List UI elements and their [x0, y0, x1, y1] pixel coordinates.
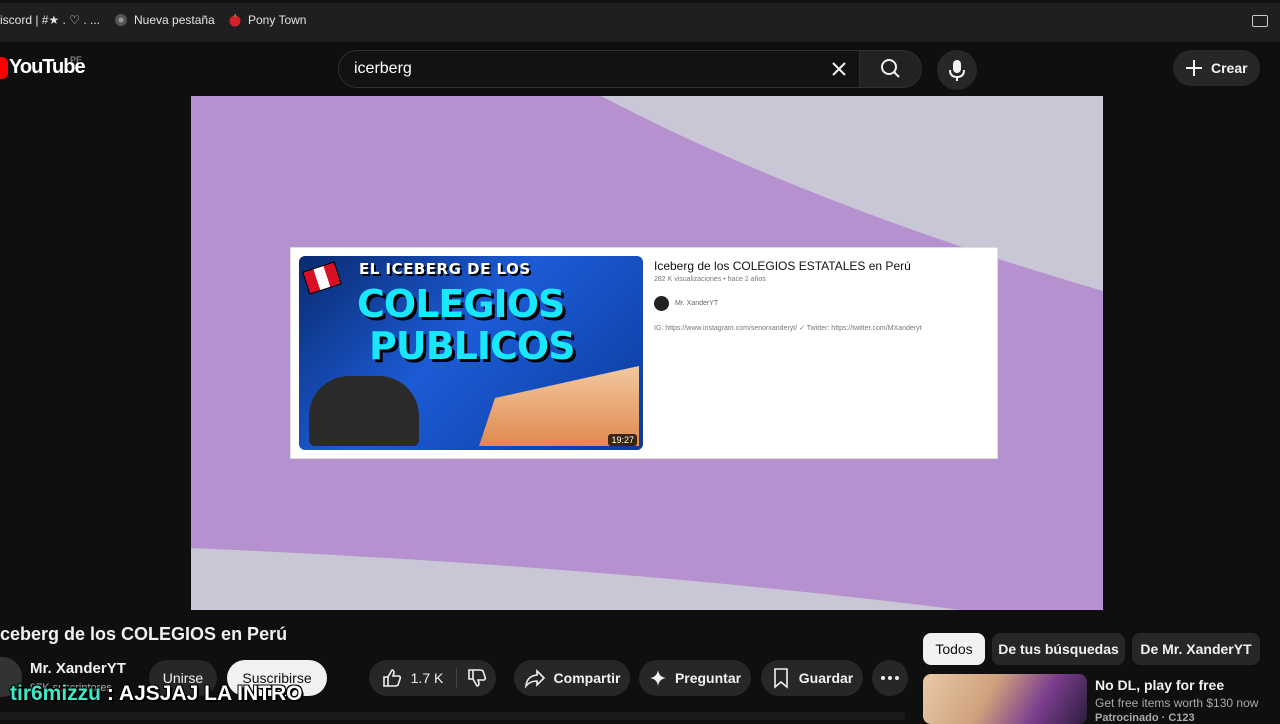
bookmark-pony-town[interactable]: Pony Town [228, 13, 306, 27]
thumbs-up-icon [382, 669, 401, 687]
masthead: YouTube PE icerberg Crear [0, 42, 1280, 96]
sponsored-title[interactable]: No DL, play for free [1095, 677, 1224, 693]
more-actions-button[interactable] [872, 660, 908, 696]
result-title[interactable]: Iceberg de los COLEGIOS ESTATALES en Per… [654, 259, 911, 273]
apple-icon [229, 14, 241, 27]
youtube-play-icon [0, 56, 8, 79]
share-icon [524, 669, 545, 689]
peru-flag-icon [302, 261, 342, 295]
sponsored-tag: Patrocinado · C123 [1095, 712, 1195, 724]
search-icon [881, 59, 900, 78]
more-horizontal-icon [881, 676, 899, 680]
bookmark-icon [773, 668, 788, 689]
chat-username: tir6mizzu [10, 682, 102, 705]
result-channel[interactable]: Mr. XanderYT [654, 296, 718, 311]
create-button[interactable]: Crear [1173, 50, 1260, 86]
share-button[interactable]: Compartir [514, 660, 630, 696]
bottom-strip [0, 712, 905, 720]
result-description: IG: https://www.instagram.com/senorxande… [654, 325, 922, 332]
chip-from-channel[interactable]: De Mr. XanderYT [1132, 633, 1260, 665]
like-button[interactable]: 1.7 K [369, 660, 455, 696]
sponsored-subtitle: Get free items worth $130 now [1095, 696, 1259, 710]
channel-name[interactable]: Mr. XanderYT [30, 660, 126, 677]
bookmark-new-tab[interactable]: Nueva pestaña [114, 13, 215, 27]
duration-badge: 19:27 [608, 434, 637, 446]
channel-avatar [654, 296, 669, 311]
plus-icon [1186, 60, 1202, 76]
bookmark-discord[interactable]: iscord | #★ . ♡ . ... [0, 13, 100, 27]
youtube-logo[interactable]: YouTube PE [0, 55, 86, 79]
bookmarks-bar: iscord | #★ . ♡ . ... Nueva pestaña Pony… [0, 0, 1280, 42]
video-player[interactable]: EL ICEBERG DE LOS COLEGIOS PUBLICOS 19:2… [191, 96, 1103, 610]
microphone-icon [949, 60, 965, 81]
dislike-button[interactable] [457, 660, 496, 696]
thumbs-down-icon [467, 669, 486, 687]
ask-button[interactable]: Preguntar [639, 660, 751, 696]
video-title: ceberg de los COLEGIOS en Perú [0, 624, 288, 644]
chat-message: : AJSJAJ LA INTRO [106, 682, 303, 705]
stream-chat-overlay: tir6mizzu : AJSJAJ LA INTRO [10, 682, 303, 706]
save-button[interactable]: Guardar [761, 660, 863, 696]
clear-search-icon[interactable] [825, 55, 853, 83]
folder-icon[interactable] [1252, 15, 1268, 27]
chip-all[interactable]: Todos [923, 633, 985, 665]
voice-search-button[interactable] [937, 50, 977, 90]
chrome-icon [115, 14, 127, 26]
sparkle-icon [649, 670, 666, 686]
result-meta: 282 K visualizaciones • hace 2 años [654, 276, 766, 283]
thumbnail-figure [309, 376, 419, 446]
video-thumbnail[interactable]: EL ICEBERG DE LOS COLEGIOS PUBLICOS 19:2… [299, 256, 643, 450]
search-input[interactable]: icerberg [338, 50, 860, 88]
search-result-card[interactable]: EL ICEBERG DE LOS COLEGIOS PUBLICOS 19:2… [291, 248, 997, 458]
sponsored-thumbnail[interactable] [923, 674, 1087, 724]
like-dislike-group: 1.7 K [369, 660, 496, 696]
chip-from-searches[interactable]: De tus búsquedas [992, 633, 1125, 665]
search-button[interactable] [860, 50, 922, 88]
